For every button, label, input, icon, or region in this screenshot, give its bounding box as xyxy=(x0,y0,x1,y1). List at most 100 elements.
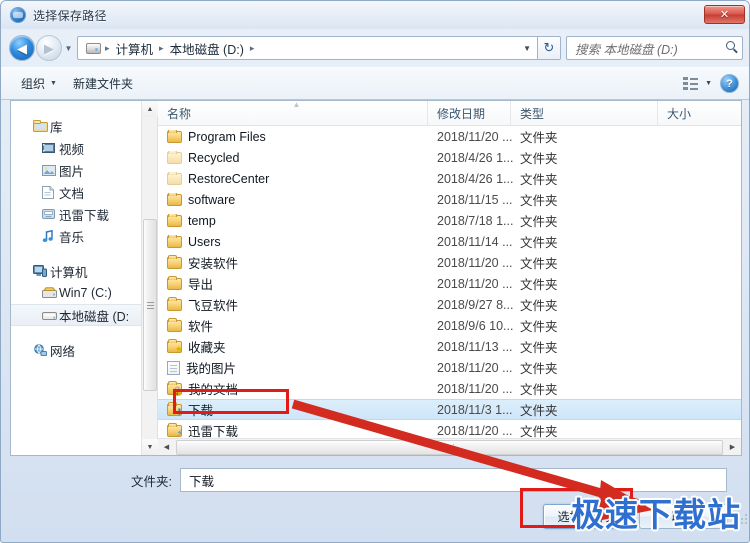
select-folder-button[interactable]: 选择文件夹 xyxy=(543,504,632,529)
dialog-footer: 文件夹: 下载 选择文件夹 取消 xyxy=(1,456,749,542)
folder-icon xyxy=(167,296,182,311)
file-name: temp xyxy=(188,213,216,228)
table-row[interactable]: software 2018/11/15 ... 文件夹 xyxy=(158,189,741,210)
column-header-type[interactable]: 类型 xyxy=(511,101,658,125)
address-dropdown-icon[interactable]: ▼ xyxy=(523,37,531,59)
file-name: Recycled xyxy=(188,150,240,165)
table-row[interactable]: Recycled 2018/4/26 1... 文件夹 xyxy=(158,147,741,168)
sidebar-item-computer[interactable]: 计算机 xyxy=(11,260,157,282)
breadcrumb-separator: ▸ xyxy=(105,42,110,53)
sidebar-item-libraries[interactable]: 库 xyxy=(11,115,157,137)
sidebar-item-music[interactable]: 音乐 xyxy=(11,225,157,247)
refresh-button[interactable]: ↻ xyxy=(538,36,561,60)
table-row[interactable]: ⚡ 迅雷下载 2018/11/20 ... 文件夹 xyxy=(158,420,741,438)
file-date: 2018/7/18 1... xyxy=(437,213,514,228)
sidebar-scroll-thumb[interactable] xyxy=(143,219,157,391)
folder-pictures-icon xyxy=(167,360,180,375)
breadcrumb-item-drive-d[interactable]: 本地磁盘 (D:) xyxy=(168,39,246,58)
table-row[interactable]: temp 2018/7/18 1... 文件夹 xyxy=(158,210,741,231)
column-label: 类型 xyxy=(520,106,545,121)
table-row[interactable]: 我的图片 2018/11/20 ... 文件夹 xyxy=(158,357,741,378)
table-row[interactable]: 导出 2018/11/20 ... 文件夹 xyxy=(158,273,741,294)
nav-group-gap xyxy=(11,247,157,260)
view-mode-button[interactable]: ▼ xyxy=(675,73,720,94)
sidebar-item-local-disk-d[interactable]: 本地磁盘 (D: xyxy=(11,304,157,326)
resize-grip-icon[interactable] xyxy=(735,512,747,524)
help-icon[interactable]: ? xyxy=(720,74,739,93)
table-row[interactable]: 软件 2018/9/6 10... 文件夹 xyxy=(158,315,741,336)
sidebar-label: 迅雷下载 xyxy=(59,208,110,223)
nav-group-gap xyxy=(11,326,157,339)
breadcrumb-bar[interactable]: ▸ 计算机 ▸ 本地磁盘 (D:) ▸ ▼ xyxy=(77,36,538,60)
sidebar-label: 本地磁盘 (D: xyxy=(59,309,130,324)
close-button[interactable]: ✕ xyxy=(704,5,745,24)
file-list-pane: ▲ 名称 修改日期 类型 大小 Program Files 2018/11/20… xyxy=(158,101,741,455)
cancel-button[interactable]: 取消 xyxy=(639,504,728,529)
folder-name-input[interactable]: 下载 xyxy=(179,468,727,492)
sidebar-item-videos[interactable]: 视频 xyxy=(11,137,157,159)
table-row-selected[interactable]: ⬇ 下载 2018/11/3 1... 文件夹 xyxy=(158,399,741,420)
file-type: 文件夹 xyxy=(520,236,558,250)
file-date: 2018/9/6 10... xyxy=(437,318,514,333)
file-date: 2018/11/15 ... xyxy=(437,192,513,207)
sidebar-item-win7-c[interactable]: Win7 (C:) xyxy=(11,282,157,304)
file-type: 文件夹 xyxy=(520,320,558,334)
file-name: 迅雷下载 xyxy=(188,425,239,438)
table-row[interactable]: Users 2018/11/14 ... 文件夹 xyxy=(158,231,741,252)
folder-downloads-icon: ⬇ xyxy=(167,401,183,416)
folder-icon xyxy=(167,317,182,332)
drive-icon xyxy=(42,310,59,321)
file-name: 下载 xyxy=(188,404,214,418)
organize-button[interactable]: 组织 ▼ xyxy=(13,71,65,96)
file-type: 文件夹 xyxy=(520,257,558,271)
sidebar-scrollbar[interactable]: ▲ ▼ xyxy=(141,101,158,455)
folder-hidden-icon xyxy=(167,171,182,185)
search-placeholder: 搜索 本地磁盘 (D:) xyxy=(575,42,678,57)
scroll-left-arrow-icon[interactable]: ◀ xyxy=(158,439,175,456)
forward-button[interactable]: ▶ xyxy=(36,35,62,61)
view-list-icon xyxy=(683,77,699,90)
file-list-horizontal-scrollbar[interactable]: ◀ ⋮⋮ ▶ xyxy=(158,438,741,455)
scroll-right-arrow-icon[interactable]: ▶ xyxy=(724,439,741,456)
file-rows: Program Files 2018/11/20 ... 文件夹 Recycle… xyxy=(158,126,741,438)
horizontal-scroll-thumb[interactable]: ⋮⋮ xyxy=(176,439,723,455)
file-date: 2018/11/20 ... xyxy=(437,129,513,144)
command-toolbar: 组织 ▼ 新建文件夹 ▼ ? xyxy=(1,67,749,100)
file-date: 2018/4/26 1... xyxy=(437,150,514,165)
column-header-name[interactable]: ▲ 名称 xyxy=(158,101,428,125)
table-row[interactable]: Program Files 2018/11/20 ... 文件夹 xyxy=(158,126,741,147)
sidebar-item-pictures[interactable]: 图片 xyxy=(11,159,157,181)
breadcrumb-item-computer[interactable]: 计算机 xyxy=(114,39,156,58)
drive-icon xyxy=(86,42,101,54)
column-header-size[interactable]: 大小 xyxy=(658,101,728,125)
search-icon xyxy=(726,41,735,50)
file-name: 我的文档 xyxy=(188,383,239,397)
file-type: 文件夹 xyxy=(520,404,558,418)
history-dropdown-button[interactable]: ▼ xyxy=(62,44,75,53)
table-row[interactable]: 飞豆软件 2018/9/27 8... 文件夹 xyxy=(158,294,741,315)
scroll-up-arrow-icon[interactable]: ▲ xyxy=(142,101,158,117)
file-name: 软件 xyxy=(188,320,214,334)
chevron-down-icon: ▼ xyxy=(50,80,57,87)
table-row[interactable]: RestoreCenter 2018/4/26 1... 文件夹 xyxy=(158,168,741,189)
folder-icon xyxy=(167,192,182,206)
sidebar-item-thunder-download[interactable]: 迅雷下载 xyxy=(11,203,157,225)
column-header-date[interactable]: 修改日期 xyxy=(428,101,511,125)
sidebar-item-documents[interactable]: 文档 xyxy=(11,181,157,203)
scroll-down-arrow-icon[interactable]: ▼ xyxy=(142,439,158,455)
table-row[interactable]: ★ 收藏夹 2018/11/13 ... 文件夹 xyxy=(158,336,741,357)
search-input[interactable]: 搜索 本地磁盘 (D:) xyxy=(566,36,743,60)
folder-favorites-icon: ★ xyxy=(167,338,183,353)
back-button[interactable]: ◀ xyxy=(9,35,35,61)
music-icon xyxy=(42,229,59,243)
table-row[interactable]: 🔒 我的文档 2018/11/20 ... 文件夹 xyxy=(158,378,741,399)
new-folder-button[interactable]: 新建文件夹 xyxy=(65,71,141,96)
dialog-buttons: 选择文件夹 取消 xyxy=(543,504,728,529)
file-type: 文件夹 xyxy=(520,299,558,313)
table-row[interactable]: 安装软件 2018/11/20 ... 文件夹 xyxy=(158,252,741,273)
column-label: 名称 xyxy=(167,106,192,121)
sidebar-item-network[interactable]: 网络 xyxy=(11,339,157,361)
video-icon xyxy=(42,142,59,154)
breadcrumb-separator: ▸ xyxy=(249,42,255,53)
folder-hidden-icon xyxy=(167,150,182,164)
